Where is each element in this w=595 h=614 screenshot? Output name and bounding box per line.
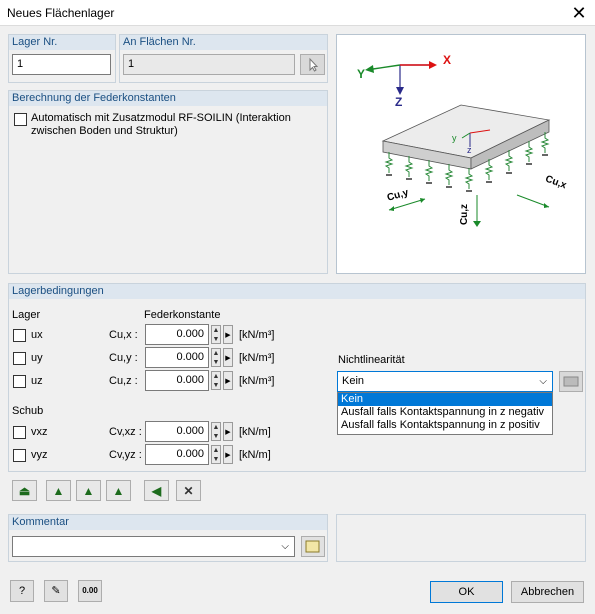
chevron-down-icon: ⌵: [539, 376, 547, 387]
option-negativ[interactable]: Ausfall falls Kontaktspannung in z negat…: [338, 406, 552, 419]
axis-z-label: Z: [395, 95, 403, 109]
toolbar-button-4[interactable]: ▲: [106, 480, 131, 501]
cuz-spinner[interactable]: ▲ ▼: [211, 371, 221, 390]
cvyz-input[interactable]: 0.000: [145, 444, 209, 465]
ux-label: ux: [31, 329, 43, 341]
an-flaechen-group: An Flächen Nr. 1: [119, 34, 328, 83]
ok-button[interactable]: OK: [430, 581, 503, 603]
support-fixed-icon: ▲: [52, 483, 65, 498]
kommentar-group: Kommentar ⌵: [8, 514, 328, 562]
support-diagram: X Y Z y z Cu,y Cu,x Cu,z: [336, 34, 586, 274]
clear-icon: ✕: [183, 483, 194, 498]
cux-label: Cu,x :: [109, 329, 138, 341]
support-icon: ⏏: [18, 483, 31, 498]
support-y-icon: ▲: [112, 483, 125, 498]
lager-nr-group: Lager Nr. 1: [8, 34, 116, 83]
cux-input[interactable]: 0.000: [145, 324, 209, 345]
support-x-icon: ▲: [82, 483, 95, 498]
cvyz-menu-button[interactable]: ▶: [223, 445, 233, 464]
chevron-down-icon: ⌵: [281, 541, 289, 552]
nonlinearity-edit-button[interactable]: [559, 371, 583, 392]
cuy-input[interactable]: 0.000: [145, 347, 209, 368]
surface-support-diagram: [365, 61, 551, 227]
lagerbedingungen-group: Lagerbedingungen Lager Federkonstante ux…: [8, 283, 586, 472]
soilin-checkbox-label: Automatisch mit Zusatzmodul RF-SOILIN (I…: [31, 112, 291, 137]
cvxz-spinner[interactable]: ▲ ▼: [211, 422, 221, 441]
kommentar-label: Kommentar: [9, 515, 327, 530]
local-y-label: y: [452, 133, 457, 143]
decimal-places-icon: 0.00: [82, 586, 98, 595]
cancel-button[interactable]: Abbrechen: [511, 581, 584, 603]
nichtlinearitaet-label: Nichtlinearität: [338, 354, 405, 366]
units-button[interactable]: 0.00: [78, 580, 102, 602]
cuz-menu-button[interactable]: ▶: [223, 371, 233, 390]
nichtlinearitaet-dropdown-list: Kein Ausfall falls Kontaktspannung in z …: [337, 392, 553, 435]
uz-checkbox[interactable]: [13, 375, 26, 388]
cux-spinner[interactable]: ▲ ▼: [211, 325, 221, 344]
axis-x-label: X: [443, 53, 452, 67]
cuy-unit: [kN/m³]: [239, 352, 275, 364]
uz-label: uz: [31, 375, 43, 387]
vxz-checkbox[interactable]: [13, 426, 26, 439]
federkonstanten-group: Berechnung der Federkonstanten Automatis…: [8, 90, 328, 274]
cux-unit: [kN/m³]: [239, 329, 275, 341]
schub-heading: Schub: [12, 405, 44, 417]
cuy-menu-button[interactable]: ▶: [223, 348, 233, 367]
federkonstante-heading: Federkonstante: [144, 309, 221, 321]
comment-library-icon: [305, 540, 320, 553]
kommentar-library-button[interactable]: [301, 536, 325, 557]
uy-label: uy: [31, 352, 43, 364]
option-kein[interactable]: Kein: [338, 393, 552, 406]
ux-checkbox[interactable]: [13, 329, 26, 342]
toolbar-button-5[interactable]: ◀: [144, 480, 169, 501]
window-title: Neues Flächenlager: [7, 6, 115, 20]
edit-diagram-icon: [563, 376, 579, 387]
local-z-label: z: [467, 145, 472, 155]
lager-nr-input[interactable]: 1: [12, 54, 111, 75]
vyz-label: vyz: [31, 449, 48, 461]
cuy-spinner[interactable]: ▲ ▼: [211, 348, 221, 367]
help-button[interactable]: ?: [10, 580, 34, 602]
vyz-checkbox[interactable]: [13, 449, 26, 462]
cvxz-menu-button[interactable]: ▶: [223, 422, 233, 441]
comment-side-panel: [336, 514, 586, 562]
edit-button[interactable]: ✎: [44, 580, 68, 602]
toolbar-button-2[interactable]: ▲: [46, 480, 71, 501]
an-flaechen-input[interactable]: 1: [123, 54, 295, 75]
toolbar-button-3[interactable]: ▲: [76, 480, 101, 501]
lager-nr-label: Lager Nr.: [9, 35, 115, 50]
axis-y-label: Y: [357, 67, 366, 81]
pick-surface-button[interactable]: [300, 54, 325, 75]
an-flaechen-label: An Flächen Nr.: [120, 35, 327, 50]
cvxz-const-label: Cv,xz :: [109, 426, 142, 438]
cvyz-unit: [kN/m]: [239, 449, 271, 461]
cvyz-const-label: Cv,yz :: [109, 449, 142, 461]
cuz-const-label: Cu,z :: [109, 375, 138, 387]
cuz-label: Cu,z: [459, 203, 471, 226]
toolbar-button-1[interactable]: ⏏: [12, 480, 37, 501]
lager-heading: Lager: [12, 309, 41, 321]
nichtlinearitaet-select[interactable]: Kein ⌵: [337, 371, 553, 392]
uy-checkbox[interactable]: [13, 352, 26, 365]
option-positiv[interactable]: Ausfall falls Kontaktspannung in z posit…: [338, 419, 552, 432]
cuz-input[interactable]: 0.000: [145, 370, 209, 391]
edit-icon: ✎: [51, 585, 61, 597]
pointer-icon: [309, 57, 319, 72]
close-button[interactable]: ✕: [565, 2, 593, 24]
support-side-icon: ◀: [151, 483, 162, 498]
cuz-unit: [kN/m³]: [239, 375, 275, 387]
cvxz-input[interactable]: 0.000: [145, 421, 209, 442]
soilin-checkbox[interactable]: [14, 113, 27, 126]
federkonstanten-header: Berechnung der Federkonstanten: [9, 91, 327, 106]
cvyz-spinner[interactable]: ▲ ▼: [211, 445, 221, 464]
toolbar-button-6[interactable]: ✕: [176, 480, 201, 501]
kommentar-input[interactable]: ⌵: [12, 536, 295, 557]
cvxz-unit: [kN/m]: [239, 426, 271, 438]
lagerbedingungen-header: Lagerbedingungen: [9, 284, 585, 299]
nichtlinearitaet-selected: Kein: [342, 375, 365, 387]
vxz-label: vxz: [31, 426, 48, 438]
help-icon: ?: [18, 585, 26, 597]
cux-menu-button[interactable]: ▶: [223, 325, 233, 344]
cuy-const-label: Cu,y :: [109, 352, 138, 364]
